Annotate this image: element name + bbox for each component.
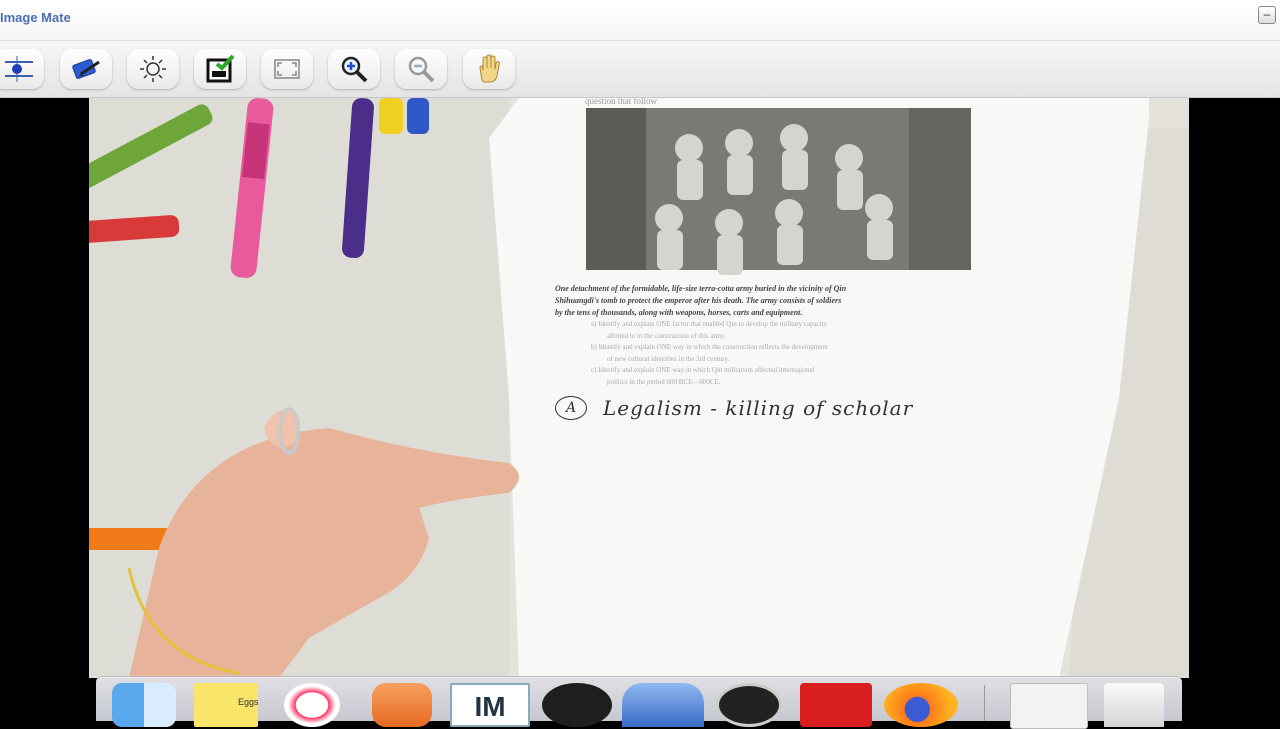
dock: Eggs IM <box>96 676 1182 729</box>
camera-view: question that follow One detachment of t… <box>89 98 1189 678</box>
sticky-note-text: Eggs <box>238 697 259 707</box>
dock-itunes-icon[interactable] <box>284 683 340 727</box>
question-b-line-2: of new cultural identities in the 3rd ce… <box>607 354 730 363</box>
brightness-tool-button[interactable] <box>127 49 179 89</box>
caption-line-1: One detachment of the formidable, life-s… <box>555 284 847 293</box>
handwritten-answer: Legalism - killing of scholar <box>603 396 914 420</box>
title-bar: Image Mate – <box>0 0 1280 41</box>
dock-obs-icon[interactable] <box>542 683 612 727</box>
zoom-out-tool-button[interactable] <box>395 49 447 89</box>
annotate-tool-button[interactable] <box>60 49 112 89</box>
zoom-out-icon <box>408 56 435 83</box>
capture-check-icon <box>206 54 235 83</box>
zoom-in-icon <box>341 56 368 83</box>
grid-tool-button[interactable] <box>0 49 44 89</box>
dock-safari-icon[interactable] <box>716 683 782 727</box>
dock-downloads-icon[interactable] <box>1010 683 1088 729</box>
toolbar <box>0 41 1280 98</box>
app-title: Image Mate <box>0 10 71 25</box>
dock-stickies-icon[interactable]: Eggs <box>194 683 259 727</box>
pan-tool-button[interactable] <box>463 49 515 89</box>
worksheet-caption: One detachment of the formidable, life-s… <box>555 283 1025 319</box>
hand-icon <box>479 54 500 83</box>
question-c-line-1: c) Identify and explain ONE way in which… <box>591 366 815 374</box>
right-letterbox <box>1189 98 1280 678</box>
worksheet-header-fragment: question that follow <box>585 98 657 106</box>
desk-scene <box>89 98 1189 678</box>
dock-trash-icon[interactable] <box>1104 683 1164 727</box>
grid-dot-icon <box>5 56 33 82</box>
worksheet-questions: a) Identify and explain ONE factor that … <box>591 319 1021 388</box>
caption-line-3: by the tens of thousands, along with wea… <box>555 308 803 317</box>
dock-launchpad-icon[interactable] <box>622 683 704 727</box>
capture-tool-button[interactable] <box>194 49 246 89</box>
dock-firefox-icon[interactable] <box>884 683 958 727</box>
dock-image-mate-icon[interactable]: IM <box>450 683 530 727</box>
fit-screen-tool-button[interactable] <box>261 49 313 89</box>
caption-line-2: Shihuangdi's tomb to protect the emperor… <box>555 296 842 305</box>
question-a-line-1: a) Identify and explain ONE factor that … <box>591 320 828 328</box>
zoom-in-tool-button[interactable] <box>328 49 380 89</box>
handwritten-mark: A <box>555 396 587 420</box>
question-b-line-1: b) Identify and explain ONE way in which… <box>591 343 828 351</box>
question-a-line-2: allotted to in the construction of this … <box>607 331 726 340</box>
dock-presentation-icon[interactable] <box>372 683 432 727</box>
dock-separator <box>984 685 985 721</box>
dock-acrobat-icon[interactable] <box>800 683 872 727</box>
pen-tablet-icon <box>72 59 100 79</box>
sun-icon <box>140 56 166 82</box>
minimize-button[interactable]: – <box>1258 6 1276 24</box>
dock-finder-icon[interactable] <box>112 683 176 727</box>
fit-screen-icon <box>274 59 300 79</box>
question-c-line-2: politics in the period 600 BCE—600CE. <box>607 377 721 386</box>
